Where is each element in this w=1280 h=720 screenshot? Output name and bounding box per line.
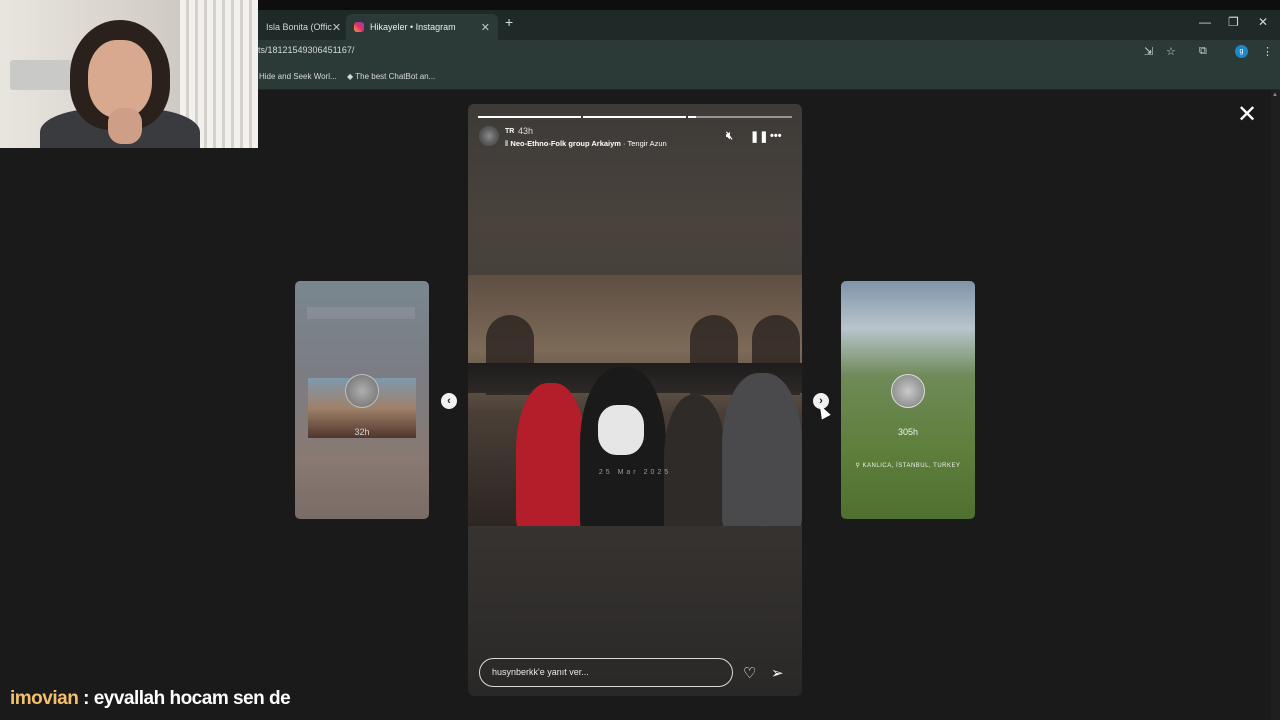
chevron-left-icon[interactable]: ‹ [441, 393, 457, 409]
close-stories-icon[interactable]: ✕ [1236, 103, 1258, 127]
story-time-ago: 43h [518, 126, 534, 136]
location-tag: ⚲ KANLICA, İSTANBUL, TURKEY [855, 463, 961, 469]
photo-date-stamp: 25 Mar 2025 [598, 469, 672, 476]
close-tab-icon[interactable]: ✕ [481, 21, 490, 34]
more-horizontal-icon[interactable]: ••• [770, 130, 782, 142]
reply-input[interactable]: husynberkk'e yanıt ver... [479, 658, 733, 687]
preview-header [307, 307, 415, 319]
chat-text: : eyvallah hocam sen de [78, 688, 291, 709]
progress-segment-remaining [696, 116, 792, 118]
streamer-face [88, 40, 152, 118]
story-music[interactable]: ⦀ Neo-Ethno-Folk group Arkaiym · Tengir … [505, 139, 667, 149]
profile-avatar[interactable]: g [1235, 45, 1248, 58]
heart-icon[interactable]: ♡ [743, 664, 756, 682]
webcam-overlay [0, 0, 258, 148]
story-time: 32h [354, 427, 370, 437]
instagram-favicon-icon [354, 22, 364, 32]
progress-segment [478, 116, 581, 118]
tab-instagram-stories[interactable]: Hikayeler • Instagram ✕ [346, 14, 498, 40]
install-app-icon[interactable]: ⇲ [1144, 45, 1153, 58]
mouse-cursor [815, 402, 831, 420]
pause-icon[interactable]: ❚❚ [750, 130, 768, 143]
streamer-hand [108, 108, 142, 144]
browser-menu-icon[interactable]: ⋮ [1262, 45, 1273, 58]
page-scrollbar[interactable] [1271, 90, 1280, 720]
music-bars-icon: ⦀ [505, 139, 509, 148]
story-author-avatar[interactable] [479, 126, 499, 146]
music-artist: Neo-Ethno-Folk group Arkaiym [510, 139, 621, 148]
music-track: Tengir Azun [627, 139, 667, 148]
progress-segment-active [688, 116, 696, 118]
story-photo: 25 Mar 2025 [468, 275, 802, 526]
next-story-preview[interactable]: 305h ⚲ KANLICA, İSTANBUL, TURKEY [841, 281, 975, 519]
new-tab-plus-icon[interactable]: + [505, 14, 513, 30]
bookmark-star-icon[interactable]: ☆ [1166, 45, 1176, 58]
current-story[interactable]: TR 43h ⦀ Neo-Ethno-Folk group Arkaiym · … [468, 104, 802, 696]
scroll-up-icon[interactable]: ▲ [1272, 92, 1278, 98]
tab-title: Hikayeler • Instagram [370, 22, 456, 32]
bookmark-item[interactable]: Hide and Seek Worl... [259, 72, 337, 81]
previous-story-preview[interactable]: 32h [295, 281, 429, 519]
send-icon[interactable]: ➢ [771, 664, 784, 682]
bookmark-item[interactable]: ◆ The best ChatBot an... [347, 72, 435, 81]
restore-icon[interactable]: ❐ [1228, 15, 1239, 29]
story-avatar [891, 374, 925, 408]
screen: Isla Bonita (Offic ✕ Hikayeler • Instagr… [0, 0, 1280, 720]
location-label: KANLICA, İSTANBUL, TURKEY [862, 463, 961, 469]
story-time: 305h [897, 427, 919, 437]
story-avatar [345, 374, 379, 408]
person-grey-hood [722, 373, 802, 526]
progress-segment [583, 116, 686, 118]
person-red-scarf [516, 383, 586, 526]
tab-isla-bonita[interactable]: Isla Bonita (Offic ✕ [258, 14, 344, 40]
close-tab-icon[interactable]: ✕ [332, 21, 341, 34]
extensions-icon[interactable]: ⧉ [1199, 45, 1207, 58]
chat-username: imovian [10, 688, 79, 709]
diamond-icon: ◆ [347, 72, 354, 81]
minimize-icon[interactable]: — [1199, 15, 1211, 29]
stream-chat-message: imovian : eyvallah hocam sen de [10, 688, 291, 710]
speaker-muted-icon[interactable]: 🔇︎ [726, 130, 733, 143]
face-mask [598, 405, 644, 455]
person-middle [664, 395, 726, 526]
address-bar[interactable]: ts/18121549306451167/ [258, 45, 354, 55]
story-username[interactable]: TR [505, 128, 514, 135]
tab-title: Isla Bonita (Offic [266, 22, 332, 32]
bookmark-label: The best ChatBot an... [355, 72, 436, 81]
window-close-icon[interactable]: ✕ [1258, 15, 1268, 29]
